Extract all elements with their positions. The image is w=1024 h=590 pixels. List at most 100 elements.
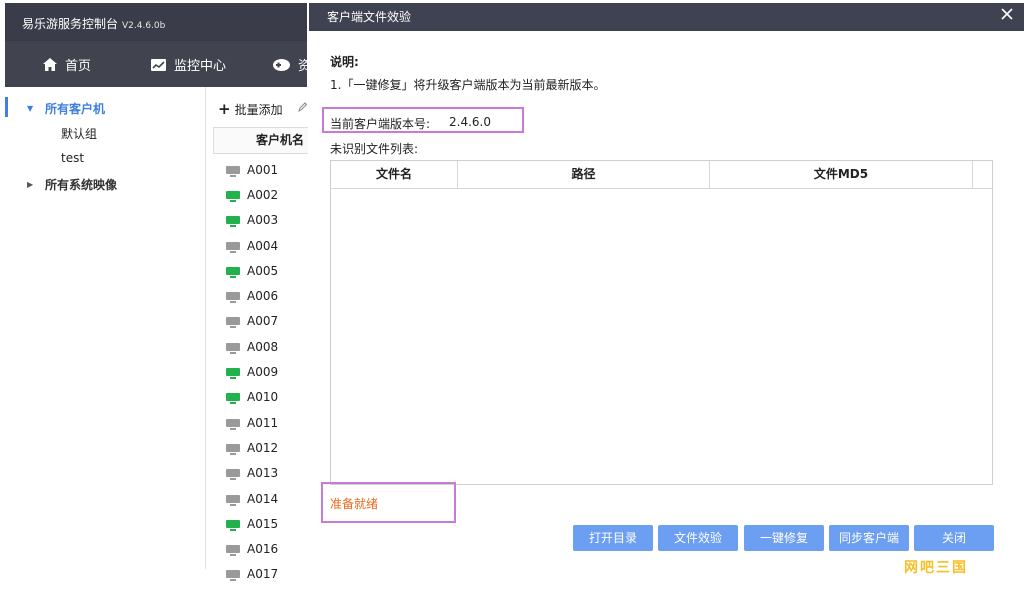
close-icon[interactable] [1000, 7, 1014, 21]
verify-files-button[interactable]: 文件效验 [658, 525, 738, 551]
nav-home-label: 首页 [65, 59, 92, 74]
app-title-text: 易乐游服务控制台 [22, 17, 119, 31]
expand-right-icon[interactable]: ▶ [27, 180, 35, 189]
monitor-icon [226, 545, 240, 557]
client-list-panel: + 批量添加 客户机名 A001 A002 A003 A004 A005 A006 A007… [206, 87, 308, 582]
client-name: A008 [247, 339, 279, 354]
app-title: 易乐游服务控制台 V2.4.6.0b [22, 15, 165, 32]
client-row[interactable]: A015 [226, 511, 306, 536]
expand-down-icon[interactable]: ▼ [27, 104, 35, 113]
monitor-icon [226, 443, 240, 455]
client-row[interactable]: A004 [226, 233, 306, 258]
gamepad-icon [273, 58, 290, 71]
client-name: A016 [247, 542, 279, 557]
main-nav: 首页 监控中心 资 [5, 41, 311, 87]
client-name: A009 [247, 365, 279, 380]
client-name: A017 [247, 567, 279, 582]
selection-indicator [5, 97, 8, 117]
client-row[interactable]: A010 [226, 385, 306, 410]
client-name: A004 [247, 238, 279, 253]
app-version: V2.4.6.0b [122, 21, 166, 31]
monitor-icon [226, 393, 240, 405]
dialog-title: 客户端文件效验 [327, 10, 412, 24]
nav-home[interactable]: 首页 [43, 55, 91, 74]
client-row[interactable]: A006 [226, 283, 306, 308]
client-row[interactable]: A005 [226, 258, 306, 283]
client-name: A011 [247, 415, 279, 430]
client-name: A006 [247, 289, 279, 304]
tree-node-all-images-label: 所有系统映像 [45, 178, 118, 192]
client-name: A013 [247, 466, 279, 481]
tree-node-test[interactable]: test [61, 151, 84, 165]
client-row[interactable]: A001 [226, 157, 306, 182]
client-list: A001 A002 A003 A004 A005 A006 A007 A008 A009 A010… [226, 157, 306, 587]
open-directory-button[interactable]: 打开目录 [573, 525, 653, 551]
tree-node-all-images[interactable]: ▶ 所有系统映像 [27, 176, 117, 193]
client-name: A001 [247, 162, 279, 177]
monitor-icon [226, 519, 240, 531]
client-row[interactable]: A008 [226, 334, 306, 359]
column-spacer [973, 161, 992, 188]
client-row[interactable]: A017 [226, 562, 306, 587]
version-label: 当前客户端版本号: [330, 117, 431, 131]
nav-resources[interactable]: 资 [273, 55, 311, 74]
tree-node-default-group[interactable]: 默认组 [61, 125, 97, 142]
client-row[interactable]: A016 [226, 536, 306, 561]
client-row[interactable]: A002 [226, 182, 306, 207]
batch-add-button[interactable]: + 批量添加 [218, 100, 283, 118]
sync-client-button[interactable]: 同步客户端 [829, 525, 909, 551]
tree-node-test-label: test [61, 151, 85, 165]
close-button[interactable]: 关闭 [914, 525, 994, 551]
monitor-icon [226, 241, 240, 253]
client-row[interactable]: A009 [226, 359, 306, 384]
dialog-body: 说明: 1.「一键修复」将升级客户端版本为当前最新版本。 当前客户端版本号: 2… [309, 31, 1024, 569]
tree-node-all-clients-label: 所有客户机 [45, 102, 106, 116]
client-name: A002 [247, 187, 279, 202]
monitor-icon [226, 469, 240, 481]
pencil-icon[interactable] [298, 102, 307, 112]
monitor-icon [226, 494, 240, 506]
monitor-icon [226, 266, 240, 278]
client-name: A007 [247, 314, 279, 329]
app-titlebar: 易乐游服务控制台 V2.4.6.0b [5, 3, 307, 41]
unknown-files-table[interactable]: 文件名 路径 文件MD5 [330, 160, 993, 485]
column-path[interactable]: 路径 [458, 161, 710, 188]
monitor-icon [226, 317, 240, 329]
table-header: 文件名 路径 文件MD5 [331, 161, 992, 189]
group-tree-panel: ▼ 所有客户机 默认组 test ▶ 所有系统映像 [5, 87, 206, 569]
client-name-column-header[interactable]: 客户机名 [213, 127, 308, 154]
file-verify-dialog: 客户端文件效验 说明: 1.「一键修复」将升级客户端版本为当前最新版本。 当前客… [309, 3, 1024, 569]
client-name: A010 [247, 390, 279, 405]
column-md5[interactable]: 文件MD5 [710, 161, 973, 188]
monitor-icon [226, 216, 240, 228]
home-icon [43, 58, 57, 71]
client-row[interactable]: A003 [226, 208, 306, 233]
column-filename[interactable]: 文件名 [331, 161, 458, 188]
unknown-files-label: 未识别文件列表: [330, 142, 419, 156]
one-click-repair-button[interactable]: 一键修复 [744, 525, 824, 551]
batch-add-label: 批量添加 [234, 102, 283, 117]
tree-node-default-group-label: 默认组 [61, 127, 98, 141]
description-title: 说明: [330, 55, 359, 69]
client-name: A003 [247, 213, 279, 228]
nav-monitor-label: 监控中心 [174, 59, 227, 74]
nav-monitor[interactable]: 监控中心 [151, 55, 226, 74]
monitor-icon [226, 342, 240, 354]
monitor-icon [226, 570, 240, 582]
client-row[interactable]: A012 [226, 435, 306, 460]
client-row[interactable]: A014 [226, 486, 306, 511]
dialog-titlebar[interactable]: 客户端文件效验 [309, 3, 1024, 31]
client-row[interactable]: A007 [226, 309, 306, 334]
client-row[interactable]: A013 [226, 461, 306, 486]
client-name: A012 [247, 440, 279, 455]
monitor-icon [226, 165, 240, 177]
tree-node-all-clients[interactable]: ▼ 所有客户机 [27, 100, 105, 117]
client-name: A005 [247, 263, 279, 278]
monitor-icon [226, 418, 240, 430]
plus-icon: + [218, 100, 231, 118]
watermark: 网吧三国 [904, 560, 968, 576]
status-text: 准备就绪 [330, 497, 379, 511]
client-row[interactable]: A011 [226, 410, 306, 435]
version-value: 2.4.6.0 [449, 115, 491, 129]
client-name: A015 [247, 516, 279, 531]
